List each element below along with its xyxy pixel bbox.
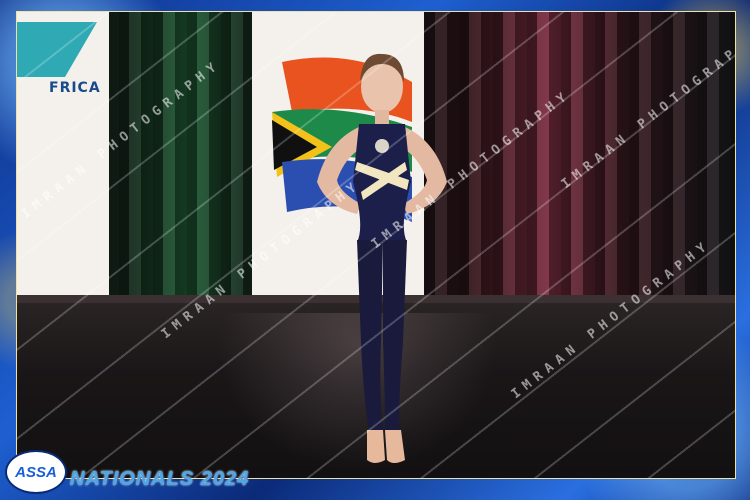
stage-photo: FRICA IMRAAN PHOTOGRAPHY IMRAAN PHOTOGRA… <box>16 11 736 479</box>
banner-stripe <box>17 22 97 77</box>
gymnast-figure <box>317 53 447 463</box>
photo-frame: FRICA IMRAAN PHOTOGRAPHY IMRAAN PHOTOGRA… <box>0 0 750 500</box>
logo-text: ASSA <box>15 463 57 481</box>
assa-logo: ASSA <box>5 450 67 494</box>
banner-text: FRICA <box>49 80 101 96</box>
event-title: NATIONALS 2024 <box>70 468 250 490</box>
